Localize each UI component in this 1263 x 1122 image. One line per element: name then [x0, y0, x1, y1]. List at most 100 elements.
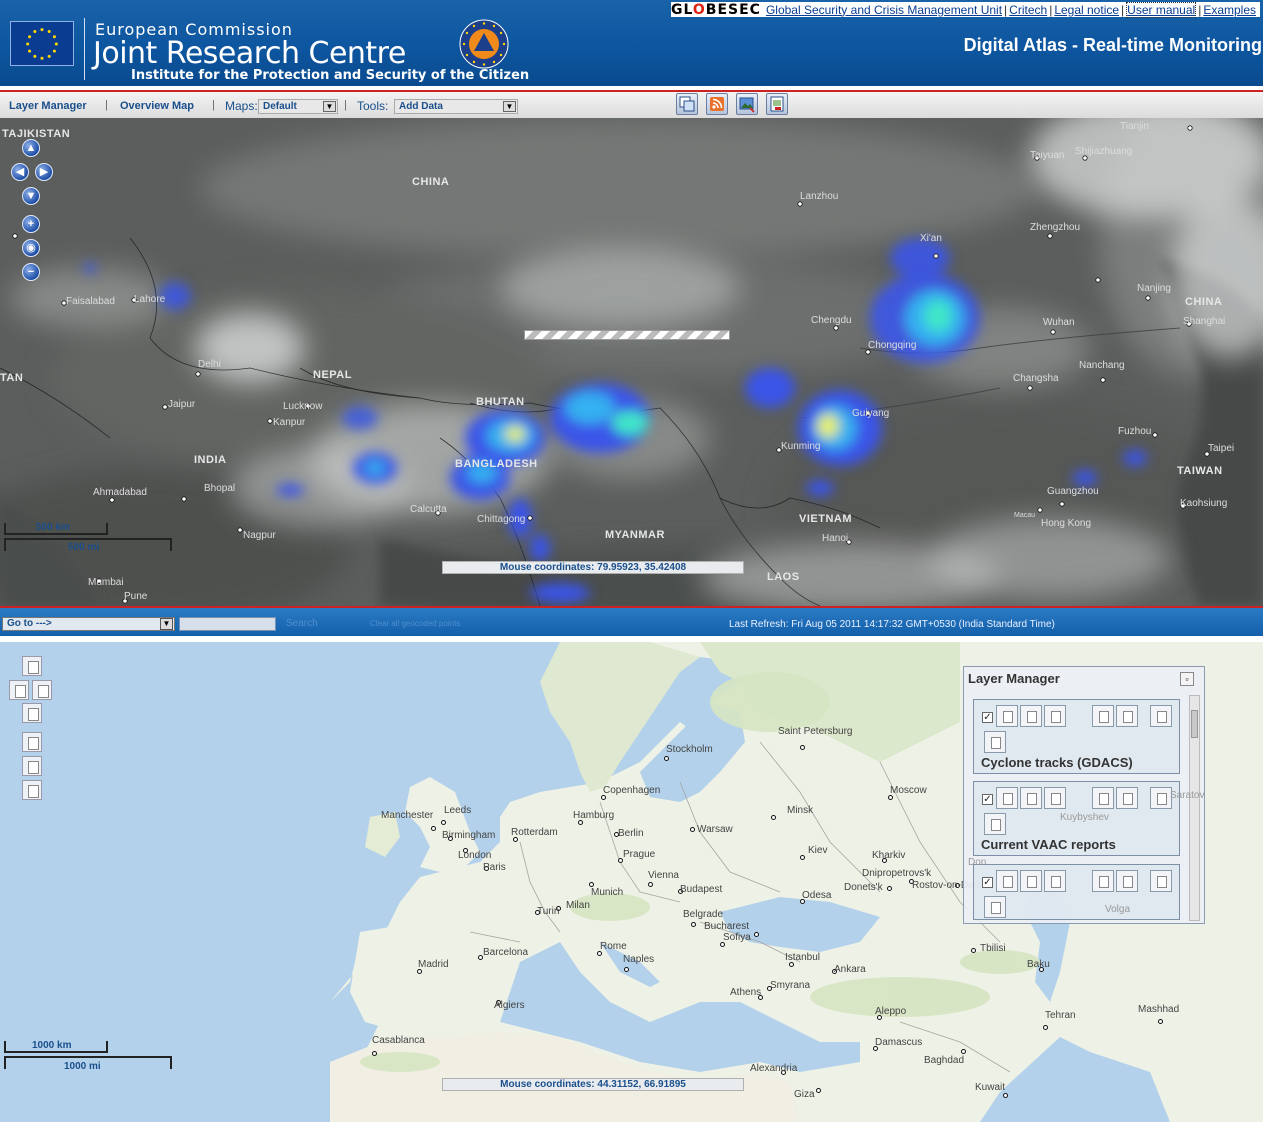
city-dot [648, 882, 653, 887]
link-legal-notice[interactable]: Legal notice [1054, 3, 1119, 17]
city-label: Berlin [618, 828, 644, 839]
pan-right-icon[interactable]: ▶ [35, 163, 53, 181]
copy-map-icon[interactable] [676, 93, 698, 115]
city-label: Stockholm [666, 744, 713, 755]
layer-action-icon[interactable] [984, 813, 1006, 835]
tools-select[interactable]: Add Data ▼ [394, 99, 518, 114]
clear-geocoded-button[interactable]: Clear all geocoded points [370, 619, 460, 628]
city-label: Pune [124, 591, 148, 602]
city-label: Milan [566, 900, 590, 911]
layer-list-scrollbar[interactable] [1189, 695, 1200, 921]
layer-action-icon[interactable] [984, 731, 1006, 753]
layer-action-icon[interactable] [1044, 870, 1066, 892]
layer-action-icon[interactable] [996, 870, 1018, 892]
city-dot [1043, 1025, 1048, 1030]
print-map-icon[interactable] [766, 93, 788, 115]
map-control-icon[interactable] [22, 756, 42, 776]
map-control-icon[interactable] [22, 732, 42, 752]
city-label: Jaipur [168, 399, 196, 410]
city-label: Delhi [198, 359, 221, 370]
map-control-icon[interactable] [9, 680, 29, 700]
maps-select-value: Default [263, 101, 297, 112]
pan-up-icon[interactable]: ▲ [22, 139, 40, 157]
city-dot [664, 756, 669, 761]
city-label: Aleppo [875, 1006, 907, 1017]
toolbar-separator: | [105, 99, 108, 111]
map-control-icon[interactable] [22, 656, 42, 676]
pan-down-icon[interactable]: ▼ [22, 187, 40, 205]
city-dot [1003, 1093, 1008, 1098]
layer-action-icon[interactable] [1150, 787, 1172, 809]
city-label: Kharkiv [872, 850, 906, 861]
city-label: Hong Kong [1041, 518, 1092, 529]
layer-action-icon[interactable] [1116, 787, 1138, 809]
scale-km-label: 1000 km [32, 1040, 72, 1051]
link-gscm-unit[interactable]: Global Security and Crisis Management Un… [766, 3, 1002, 17]
layer-action-icon[interactable] [1116, 705, 1138, 727]
status-bar: Go to ---> ▼ Search Clear all geocoded p… [0, 606, 1263, 636]
link-user-manual[interactable]: User manual [1126, 1, 1197, 18]
layer-action-icon[interactable] [1092, 787, 1114, 809]
layer-name: Cyclone tracks (GDACS) [981, 755, 1133, 770]
city-label: Copenhagen [603, 785, 661, 796]
layer-action-icon[interactable] [1150, 870, 1172, 892]
layer-checkbox[interactable]: ✓ [982, 794, 993, 805]
city-label: Macau [1014, 512, 1036, 519]
tools-select-value: Add Data [399, 101, 443, 112]
city-label: Chittagong [477, 514, 526, 525]
layer-action-icon[interactable] [984, 896, 1006, 918]
city-label: Manchester [381, 810, 434, 821]
city-label: Sofiya [723, 932, 751, 943]
layer-action-icon[interactable] [1020, 787, 1042, 809]
country-label: LAOS [767, 571, 800, 583]
layer-manager-link[interactable]: Layer Manager [9, 100, 87, 112]
layer-action-icon[interactable] [996, 787, 1018, 809]
layer-action-icon[interactable] [996, 705, 1018, 727]
city-label: Prague [623, 849, 656, 860]
zoom-world-icon[interactable]: ◉ [22, 239, 40, 257]
layer-action-icon[interactable] [1092, 705, 1114, 727]
chevron-down-icon: ▼ [323, 101, 336, 112]
overview-map[interactable]: Stockholm Saint Petersburg Copenhagen Mo… [0, 642, 1263, 1122]
city-dot [961, 1049, 966, 1054]
layer-action-icon[interactable] [1020, 705, 1042, 727]
layer-action-icon[interactable] [1020, 870, 1042, 892]
layer-action-icon[interactable] [1092, 870, 1114, 892]
map-control-icon[interactable] [22, 780, 42, 800]
city-dot [624, 967, 629, 972]
layer-action-icon[interactable] [1150, 705, 1172, 727]
toolbar-separator: | [212, 99, 215, 111]
minimize-icon[interactable]: ▫ [1180, 672, 1194, 686]
rss-feed-icon[interactable] [706, 93, 728, 115]
link-critech[interactable]: Critech [1009, 3, 1047, 17]
city-label: Warsaw [697, 824, 733, 835]
map-label: Kuybyshev [1060, 812, 1109, 823]
city-label: Fuzhou [1118, 426, 1152, 437]
export-image-icon[interactable] [736, 93, 758, 115]
layer-checkbox[interactable]: ✓ [982, 877, 993, 888]
map-control-icon[interactable] [22, 703, 42, 723]
search-button[interactable]: Search [286, 618, 318, 629]
zoom-in-icon[interactable]: + [22, 215, 40, 233]
maps-select[interactable]: Default ▼ [258, 99, 338, 114]
link-examples[interactable]: Examples [1203, 3, 1256, 17]
layer-item: ✓ [973, 864, 1180, 920]
scale-mi-label: 500 mi [68, 542, 100, 553]
radar-satellite-map[interactable]: TAJIKISTAN CHINA NEPAL BHUTAN INDIA BANG… [0, 118, 1263, 606]
country-label: BHUTAN [476, 396, 525, 408]
goto-input[interactable] [179, 617, 276, 631]
zoom-out-icon[interactable]: − [22, 263, 40, 281]
layer-checkbox[interactable]: ✓ [982, 712, 993, 723]
scale-mi-label: 1000 mi [64, 1061, 101, 1072]
map-control-icon[interactable] [32, 680, 52, 700]
layer-action-icon[interactable] [1044, 787, 1066, 809]
city-label: Bhopal [204, 483, 236, 494]
goto-select[interactable]: Go to ---> ▼ [2, 617, 175, 631]
layer-action-icon[interactable] [1116, 870, 1138, 892]
city-label: Nagpur [243, 530, 276, 541]
layer-action-icon[interactable] [1044, 705, 1066, 727]
pan-left-icon[interactable]: ◀ [11, 163, 29, 181]
layer-manager-panel: Layer Manager ▫ ✓ Cyclone tracks (GDACS)… [963, 666, 1205, 924]
city-label: Moscow [890, 785, 927, 796]
overview-map-link[interactable]: Overview Map [120, 100, 194, 112]
